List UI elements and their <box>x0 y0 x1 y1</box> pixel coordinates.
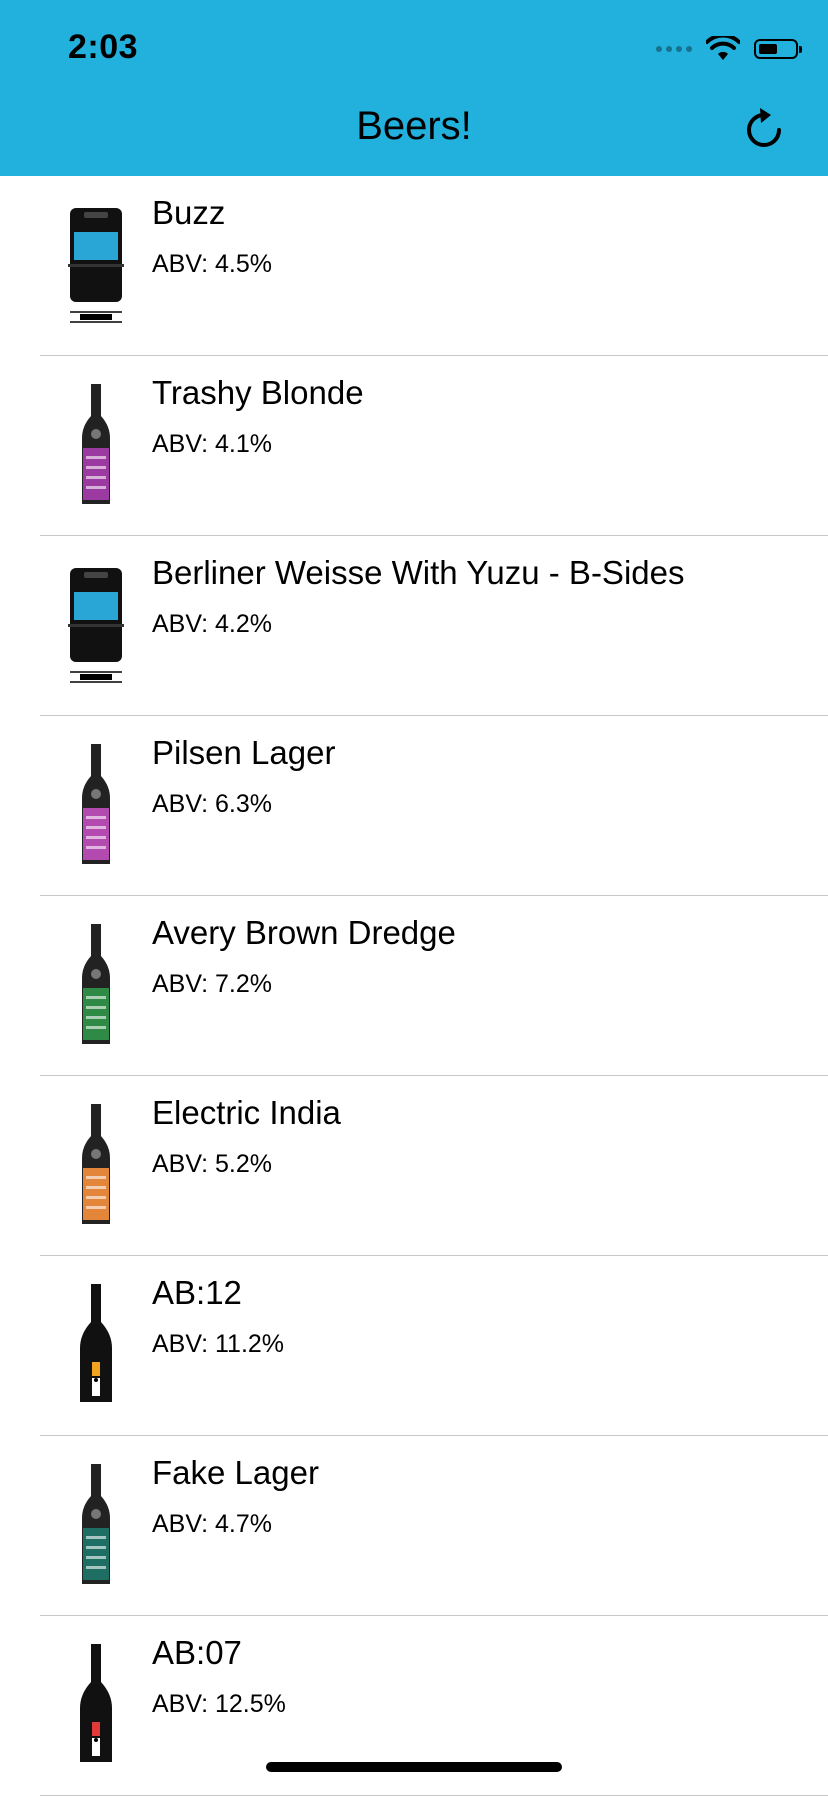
bottle-image <box>56 734 136 874</box>
beer-abv: ABV: 6.3% <box>152 790 272 818</box>
beer-row[interactable]: AB:12 ABV: 11.2% <box>0 1256 828 1436</box>
page-title: Beers! <box>356 104 472 148</box>
bottle-image <box>56 914 136 1054</box>
wifi-icon <box>706 36 740 60</box>
beer-abv: ABV: 5.2% <box>152 1150 272 1178</box>
keg-image <box>56 554 136 694</box>
cellular-signal-icon <box>656 46 692 52</box>
beer-name: Electric India <box>152 1094 341 1131</box>
beer-name: AB:12 <box>152 1274 242 1311</box>
beer-abv: ABV: 4.2% <box>152 610 272 638</box>
beer-name: Trashy Blonde <box>152 374 364 411</box>
beer-name: Berliner Weisse With Yuzu - B-Sides <box>152 554 685 591</box>
status-icons <box>656 34 802 64</box>
beer-row[interactable]: Avery Brown Dredge ABV: 7.2% <box>0 896 828 1076</box>
beer-name: Buzz <box>152 194 226 231</box>
beer-row[interactable]: Trashy Blonde ABV: 4.1% <box>0 356 828 536</box>
beer-abv: ABV: 12.5% <box>152 1690 286 1718</box>
home-indicator[interactable] <box>266 1762 562 1772</box>
beer-abv: ABV: 11.2% <box>152 1330 285 1358</box>
beer-row[interactable]: Fake Lager ABV: 4.7% <box>0 1436 828 1616</box>
beer-abv: ABV: 4.1% <box>152 430 272 458</box>
keg-image <box>56 194 136 334</box>
beer-name: Pilsen Lager <box>152 734 336 771</box>
champagne-image <box>56 1634 136 1774</box>
beer-row[interactable]: Electric India ABV: 5.2% <box>0 1076 828 1256</box>
bottle-image <box>56 1094 136 1234</box>
beer-abv: ABV: 4.7% <box>152 1510 272 1538</box>
battery-icon <box>754 39 802 59</box>
beer-name: AB:07 <box>152 1634 242 1671</box>
bottle-image <box>56 374 136 514</box>
champagne-image <box>56 1274 136 1414</box>
beer-row[interactable]: Buzz ABV: 4.5% <box>0 176 828 356</box>
beer-list: Buzz ABV: 4.5% Trashy Blonde ABV: 4.1% Ber… <box>0 176 828 1796</box>
beer-name: Avery Brown Dredge <box>152 914 456 951</box>
nav-header: 2:03 Beers! <box>0 0 828 176</box>
beer-abv: ABV: 7.2% <box>152 970 272 998</box>
beer-row[interactable]: Berliner Weisse With Yuzu - B-Sides ABV: … <box>0 536 828 716</box>
beer-row[interactable]: Pilsen Lager ABV: 6.3% <box>0 716 828 896</box>
refresh-icon[interactable] <box>740 106 788 154</box>
beer-name: Fake Lager <box>152 1454 319 1491</box>
bottle-image <box>56 1454 136 1594</box>
status-time: 2:03 <box>68 28 139 66</box>
beer-abv: ABV: 4.5% <box>152 250 272 278</box>
